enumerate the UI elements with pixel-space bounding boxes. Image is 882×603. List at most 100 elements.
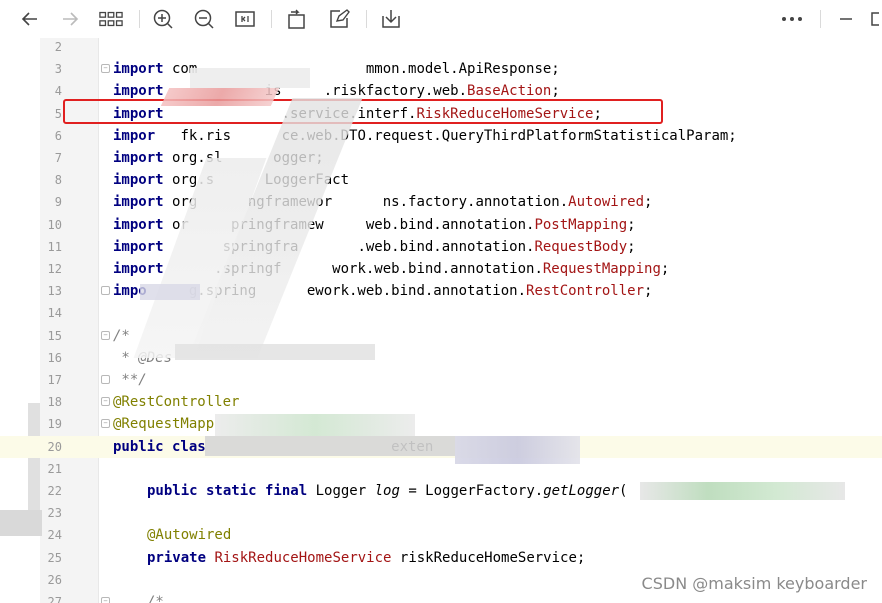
code-line[interactable]: 13 impo g.spring ework.web.bind.annotatio… [0,280,882,302]
line-number: 5 [54,106,62,121]
code-fragment: org ngframewor ns.factory.annotation. [163,194,569,211]
code-line[interactable]: 9 import org ngframewor ns.factory.annota… [0,191,882,213]
back-arrow-icon[interactable] [18,7,42,31]
code-line[interactable]: 25 private RiskReduceHomeService riskRedu… [0,547,882,569]
code-line[interactable]: 11 import springfra .web.bind.annotation.… [0,236,882,258]
code-text: /* [113,327,130,345]
code-fragment: exten [205,438,434,455]
code-text: impo g.spring ework.web.bind.annotation.… [113,282,652,300]
method-name: getLogger [543,483,620,499]
code-line[interactable]: 19 − @RequestMapp [0,413,882,435]
keyword: impor [113,127,156,144]
line-number: 21 [47,461,62,476]
code-fragment: ; [551,83,560,100]
rotate-icon[interactable] [285,7,309,31]
field-name: log [374,483,400,499]
fold-toggle-icon[interactable] [101,375,110,384]
line-number: 11 [47,239,62,254]
code-text: import com mmon.model.ApiResponse; [113,60,560,78]
annotation-text: @RestController [113,394,240,411]
code-line[interactable]: 14 [0,302,882,324]
fold-toggle-icon[interactable]: − [101,419,110,429]
line-number: 3 [54,62,62,77]
code-line[interactable]: 3 − import com mmon.model.ApiResponse; [0,58,882,80]
code-text: /* [147,593,164,603]
line-number: 20 [47,439,62,454]
code-fragment: org.sl ogger; [163,150,324,166]
keyword: import [113,194,164,211]
toolbar [0,0,882,38]
code-line[interactable]: 23 [0,502,882,524]
fold-toggle-icon[interactable]: − [101,397,110,407]
code-fragment: ; [627,216,636,233]
line-number: 22 [47,484,62,498]
code-line[interactable]: 10 import or pringframew web.bind.annotat… [0,214,882,236]
code-line[interactable]: 18 − @RestController [0,391,882,413]
toolbar-separator [271,10,272,28]
code-fragment: ( [619,483,628,499]
code-text: @Autowired [147,526,231,544]
forward-arrow-icon[interactable] [58,7,82,31]
fold-toggle-icon[interactable]: − [101,64,110,74]
code-editor[interactable]: 2 3− import com mmon.model.ApiResponse; 4 im… [0,38,882,603]
grid-icon[interactable] [99,7,123,31]
code-line[interactable]: 21 [0,458,882,480]
code-fragment: ; [660,261,670,277]
code-text: import is .riskfactory.web.BaseAction; [113,82,560,100]
code-fragment: g.spring ework.web.bind.annotation. [146,283,527,300]
type-reference: PostMapping [534,216,628,233]
code-fragment: springfra .web.bind.annotation. [163,238,535,255]
code-line[interactable]: 8 import org.s LoggerFact [0,169,882,191]
zoom-in-icon[interactable] [151,7,175,31]
code-line[interactable]: 6 impor fk.ris ce.web.DTO.request.QueryTh… [0,125,882,147]
type-reference: RiskReduceHomeService [214,549,392,566]
fit-width-icon[interactable] [233,7,257,31]
code-fragment: is .riskfactory.web. [163,83,468,100]
code-line[interactable]: 20 public clas exten [0,435,882,458]
fold-toggle-icon[interactable]: − [101,597,110,603]
code-line[interactable]: 22 public static final Logger log = Logge… [0,480,882,502]
line-number: 23 [47,506,62,521]
code-line[interactable]: 24 @Autowired [0,524,882,546]
code-line[interactable]: 2 [0,38,882,58]
more-icon[interactable] [780,7,804,31]
code-line[interactable]: 15 −/* [0,325,882,347]
code-line[interactable]: 12 import .springf work.web.bind.annotati… [0,258,882,280]
comment-text: /* [113,327,130,344]
line-number: 13 [47,284,62,299]
zoom-out-icon[interactable] [192,7,216,31]
keyword: import [113,238,164,255]
code-fragment: Logger [307,483,375,499]
edit-icon[interactable] [327,7,351,31]
keyword: import [113,172,164,189]
code-text: * @Des [113,349,172,367]
code-text: @RequestMapp [113,415,214,433]
line-number: 14 [47,306,62,321]
fold-toggle-icon[interactable]: − [101,330,110,340]
type-reference: RestController [526,283,645,300]
code-fragment: .springf work.web.bind.annotation. [163,261,543,277]
code-line[interactable]: 16 * @Des [0,347,882,369]
keyword: import [113,83,164,100]
code-text: import .springf work.web.bind.annotation… [113,260,669,278]
code-line[interactable]: 7 import org.sl ogger; [0,147,882,169]
line-number: 18 [47,395,62,410]
save-icon[interactable] [379,7,403,31]
restore-icon[interactable] [864,7,882,31]
code-text: public clas exten [113,438,433,456]
toolbar-separator [820,10,821,28]
toolbar-separator [366,10,367,28]
code-text: import org ngframewor ns.factory.annotat… [113,193,652,211]
code-line[interactable]: 17 **/ [0,369,882,391]
minimize-icon[interactable] [834,7,858,31]
type-reference: RequestMapping [542,261,661,277]
keyword: import [113,150,164,166]
keyword: impo [113,283,147,300]
type-reference: RequestBody [534,238,628,255]
toolbar-separator [139,10,140,28]
line-number: 24 [47,528,62,543]
code-text: public static final Logger log = LoggerF… [147,482,627,500]
code-fragment: = LoggerFactory. [399,483,544,499]
fold-toggle-icon[interactable] [101,286,110,296]
line-number: 25 [47,550,62,565]
